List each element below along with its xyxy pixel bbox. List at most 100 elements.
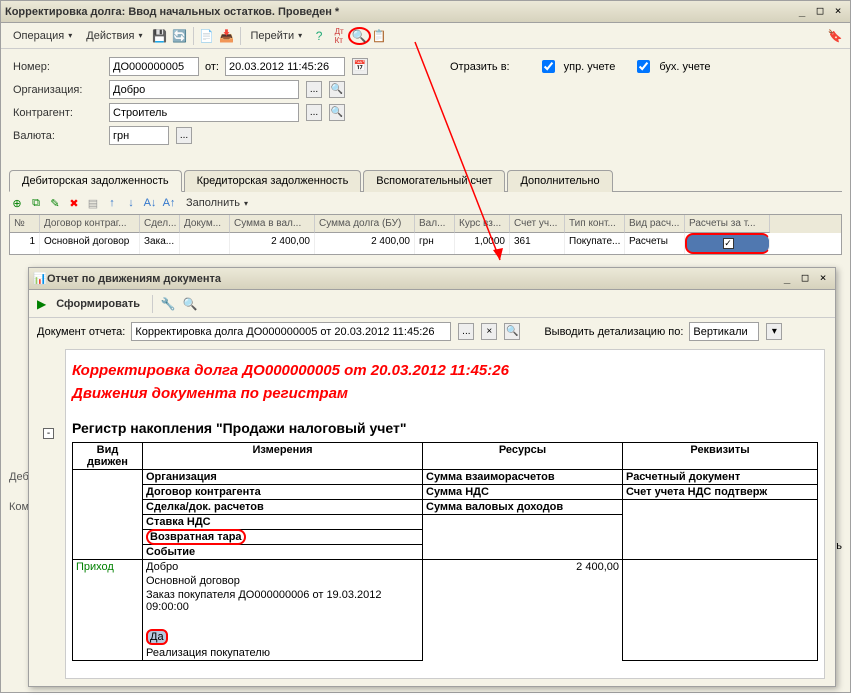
maximize-button[interactable]: □ <box>812 5 828 19</box>
form-button[interactable]: Сформировать <box>50 296 146 312</box>
row-raschdoc: Расчетный документ <box>623 470 818 485</box>
sort-desc-icon[interactable]: A↑ <box>161 195 177 211</box>
collapse-toggle[interactable]: - <box>43 428 54 439</box>
table-row[interactable]: 1 Основной договор Зака... 2 400,00 2 40… <box>10 233 841 254</box>
buh-checkbox[interactable] <box>637 60 650 73</box>
upr-label: упр. учете <box>564 61 616 73</box>
upr-checkbox[interactable] <box>542 60 555 73</box>
contr-field[interactable]: Строитель <box>109 103 299 122</box>
grid-toolbar: ⊕ ⧉ ✎ ✖ ▤ ↑ ↓ A↓ A↑ Заполнить <box>1 192 850 214</box>
find-icon[interactable]: 🔍 <box>181 295 199 313</box>
cell-raschety[interactable]: ✓ <box>685 233 770 254</box>
report-close-button[interactable]: × <box>815 272 831 286</box>
cell-empty-rekv <box>623 500 818 560</box>
actions-menu[interactable]: Действия <box>80 28 148 44</box>
dtkt-icon[interactable]: ДтКт <box>330 27 348 45</box>
row-sobytie: Событие <box>143 545 423 560</box>
col-vid[interactable]: Вид расч... <box>625 215 685 233</box>
pinned-icon[interactable]: 🔖 <box>826 27 844 45</box>
main-title: Корректировка долга: Ввод начальных оста… <box>5 6 792 18</box>
report-icon: 📊 <box>33 272 47 285</box>
col-dokum[interactable]: Докум... <box>180 215 230 233</box>
minimize-button[interactable]: _ <box>794 5 810 19</box>
sort-asc-icon[interactable]: A↓ <box>142 195 158 211</box>
buh-label: бух. учете <box>659 61 710 73</box>
reflect-label: Отразить в: <box>450 61 510 73</box>
col-val[interactable]: Вал... <box>415 215 455 233</box>
col-n[interactable]: № <box>10 215 40 233</box>
fill-menu[interactable]: Заполнить <box>180 195 254 211</box>
grid-header: № Договор контраг... Сдел... Докум... Су… <box>10 215 841 233</box>
grid: № Договор контраг... Сдел... Докум... Су… <box>9 214 842 255</box>
movements-report-icon[interactable]: 🔍 <box>350 27 368 45</box>
currency-select-button[interactable]: ... <box>176 127 192 144</box>
col-raschety[interactable]: Расчеты за т... <box>685 215 770 233</box>
th-res: Ресурсы <box>423 443 623 470</box>
post-icon[interactable]: 💾 <box>151 27 169 45</box>
col-sumval[interactable]: Сумма в вал... <box>230 215 315 233</box>
report-body: Корректировка долга ДО000000005 от 20.03… <box>65 349 825 679</box>
row-sumvz: Сумма взаиморасчетов <box>423 470 623 485</box>
doc-line: Документ отчета: Корректировка долга ДО0… <box>29 318 835 345</box>
delete-row-icon[interactable]: ✖ <box>66 195 82 211</box>
doc-icon[interactable]: 📄 <box>198 27 216 45</box>
cell-realiz: Реализация покупателю <box>143 646 423 661</box>
clear-icon[interactable]: ▤ <box>85 195 101 211</box>
col-kurs[interactable]: Курс вз... <box>455 215 510 233</box>
date-picker-button[interactable]: 📅 <box>352 58 368 75</box>
org-select-button[interactable]: ... <box>306 81 322 98</box>
number-field[interactable]: ДО000000005 <box>109 57 199 76</box>
help-icon[interactable]: ? <box>310 27 328 45</box>
cell-val: грн <box>415 233 455 254</box>
doc-clear-button[interactable]: × <box>481 323 497 340</box>
row-org: Организация <box>143 470 423 485</box>
tab-extra[interactable]: Дополнительно <box>507 170 612 192</box>
col-sumdolg[interactable]: Сумма долга (БУ) <box>315 215 415 233</box>
edit-row-icon[interactable]: ✎ <box>47 195 63 211</box>
unpost-icon[interactable]: 📥 <box>218 27 236 45</box>
date-field[interactable]: 20.03.2012 11:45:26 <box>225 57 345 76</box>
structure-icon[interactable]: 📋 <box>370 27 388 45</box>
tab-aux[interactable]: Вспомогательный счет <box>363 170 505 192</box>
col-sdel[interactable]: Сдел... <box>140 215 180 233</box>
cell-empty-vid <box>73 470 143 560</box>
cell-sum: 2 400,00 <box>423 560 623 575</box>
cell-empty-rekv2 <box>623 560 818 661</box>
doc-open-button[interactable]: 🔍 <box>504 323 520 340</box>
org-field[interactable]: Добро <box>109 80 299 99</box>
register-name: Регистр накопления "Продажи налоговый уч… <box>72 420 818 436</box>
org-open-button[interactable]: 🔍 <box>329 81 345 98</box>
report-title: Отчет по движениям документа <box>47 273 777 285</box>
goto-menu[interactable]: Перейти <box>245 28 309 44</box>
contr-select-button[interactable]: ... <box>306 104 322 121</box>
detail-select[interactable]: Вертикали <box>689 322 759 341</box>
copy-row-icon[interactable]: ⧉ <box>28 195 44 211</box>
main-title-bar: Корректировка долга: Ввод начальных оста… <box>1 1 850 23</box>
close-button[interactable]: × <box>830 5 846 19</box>
currency-label: Валюта: <box>13 130 103 142</box>
detail-dropdown-button[interactable]: ▾ <box>766 323 782 340</box>
report-minimize-button[interactable]: _ <box>779 272 795 286</box>
doc-field[interactable]: Корректировка долга ДО000000005 от 20.03… <box>131 322 451 341</box>
col-tip[interactable]: Тип конт... <box>565 215 625 233</box>
add-row-icon[interactable]: ⊕ <box>9 195 25 211</box>
move-up-icon[interactable]: ↑ <box>104 195 120 211</box>
cell-zakaz: Заказ покупателя ДО000000006 от 19.03.20… <box>143 588 423 614</box>
col-schet[interactable]: Счет уч... <box>510 215 565 233</box>
cell-n: 1 <box>10 233 40 254</box>
col-dogovor[interactable]: Договор контраг... <box>40 215 140 233</box>
doc-select-button[interactable]: ... <box>458 323 474 340</box>
contr-open-button[interactable]: 🔍 <box>329 104 345 121</box>
currency-field[interactable]: грн <box>109 126 169 145</box>
operation-menu[interactable]: Операция <box>7 28 78 44</box>
cell-tip: Покупате... <box>565 233 625 254</box>
settings-icon-2[interactable]: 🔧 <box>159 295 177 313</box>
cell-sumval: 2 400,00 <box>230 233 315 254</box>
tab-debit[interactable]: Дебиторская задолженность <box>9 170 182 192</box>
report-maximize-button[interactable]: □ <box>797 272 813 286</box>
move-down-icon[interactable]: ↓ <box>123 195 139 211</box>
contr-label: Контрагент: <box>13 107 103 119</box>
tab-credit[interactable]: Кредиторская задолженность <box>184 170 362 192</box>
report-heading-2: Движения документа по регистрам <box>72 385 818 402</box>
refresh-icon[interactable]: 🔄 <box>171 27 189 45</box>
